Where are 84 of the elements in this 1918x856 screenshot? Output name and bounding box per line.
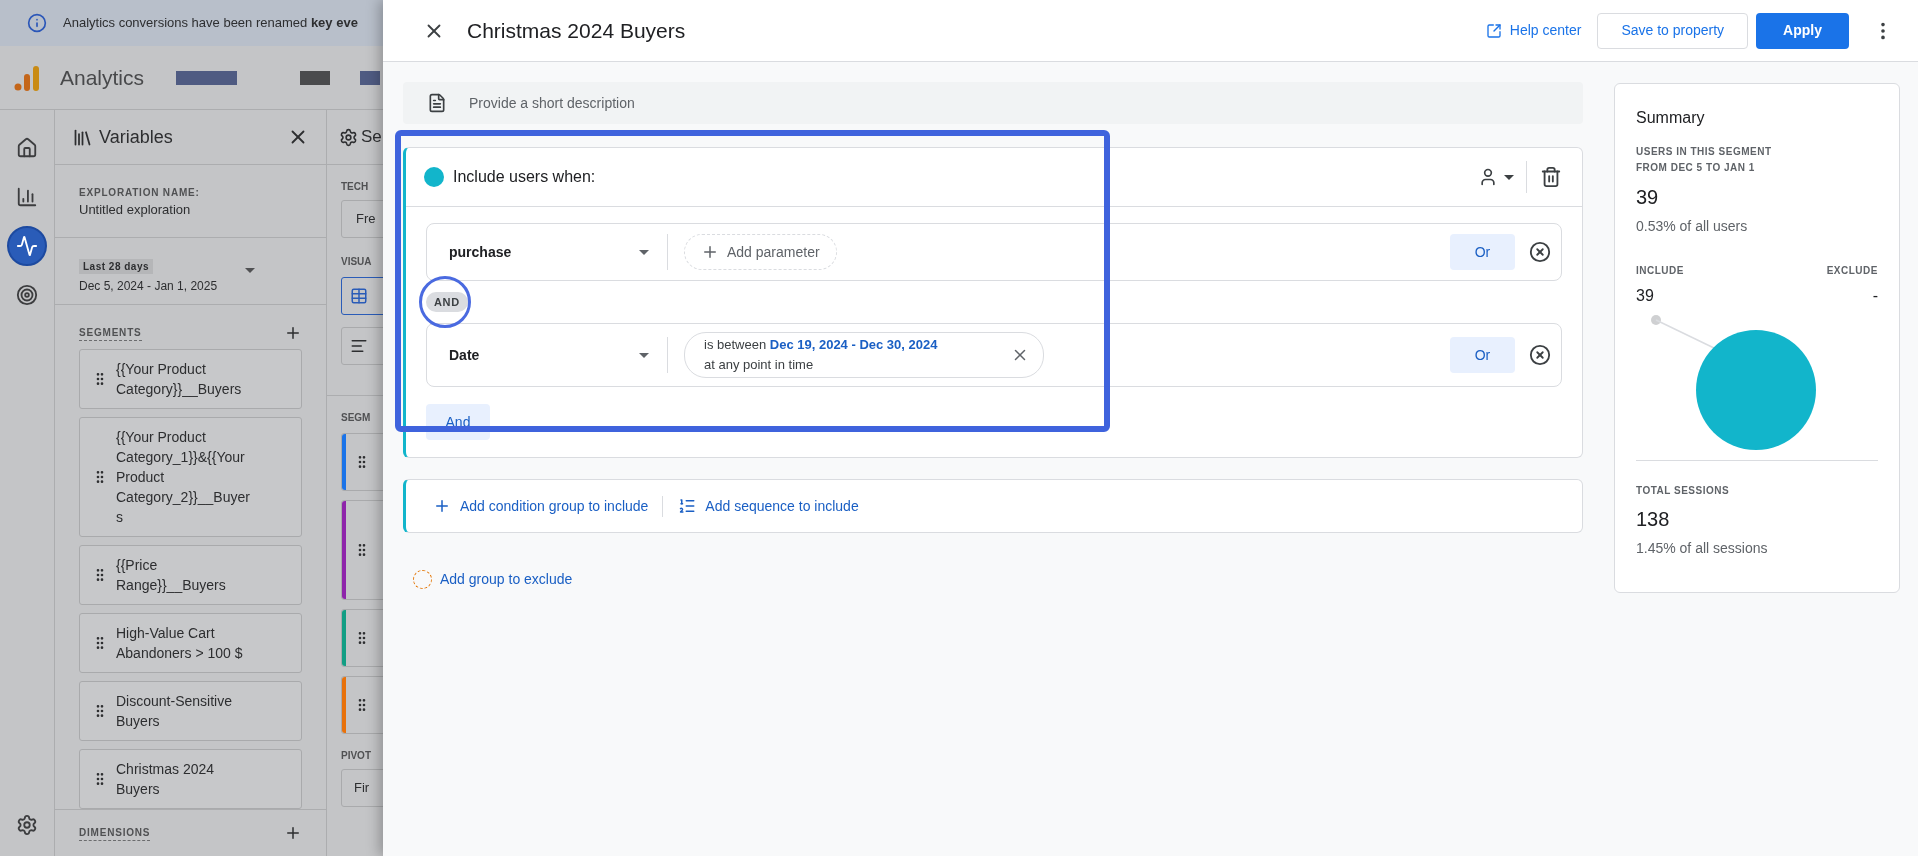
add-exclude-button[interactable]: Add group to exclude bbox=[413, 569, 573, 590]
filter-scope: at any point in time bbox=[704, 356, 815, 374]
segment-card[interactable]: Discount-Sensitive Buyers bbox=[79, 681, 302, 741]
target-icon bbox=[16, 284, 38, 306]
exclude-label: EXCLUDE bbox=[1826, 264, 1878, 278]
or-button[interactable]: Or bbox=[1450, 234, 1515, 270]
or-button[interactable]: Or bbox=[1450, 337, 1515, 373]
stat-label: USERS IN THIS SEGMENT FROM DEC 5 TO JAN 1 bbox=[1636, 145, 1773, 175]
segment-name: {{Price Range}}__Buyers bbox=[116, 556, 227, 595]
date-range[interactable]: Dec 5, 2024 - Jan 1, 2025 bbox=[79, 277, 218, 295]
date-chip: Last 28 days bbox=[79, 259, 154, 274]
redaction-block bbox=[300, 70, 331, 85]
bars-icon bbox=[350, 337, 368, 355]
segment-name: {{Your Product Category_1}}&{{Your Product Category_2}}__Buyers bbox=[116, 428, 251, 527]
section-label: DIMENSIONS bbox=[79, 825, 151, 841]
section-label: TECH bbox=[341, 180, 370, 194]
caret-icon bbox=[639, 352, 649, 358]
numbered-list-icon bbox=[678, 497, 697, 515]
remove-icon[interactable] bbox=[1529, 241, 1551, 263]
banner-text: Analytics conversions have been renamed key eve bbox=[63, 14, 358, 33]
add-icon[interactable] bbox=[284, 824, 302, 842]
summary-title: Summary bbox=[1636, 108, 1706, 128]
description-field[interactable]: Provide a short description bbox=[403, 82, 1583, 124]
caret-icon bbox=[639, 249, 649, 255]
scope-dropdown[interactable] bbox=[1478, 161, 1527, 193]
stat-label: TOTAL SESSIONS bbox=[1636, 484, 1731, 498]
delete-icon[interactable] bbox=[1540, 166, 1562, 188]
external-link-icon bbox=[1485, 22, 1502, 39]
bar-chart-icon bbox=[16, 186, 38, 208]
segment-name: High-Value Cart Abandoners > 100 $ bbox=[116, 624, 244, 663]
segment-name: Discount-Sensitive Buyers bbox=[116, 692, 233, 731]
redaction-block bbox=[360, 70, 381, 85]
redaction-block bbox=[176, 70, 238, 85]
info-icon bbox=[27, 13, 47, 33]
segment-card[interactable]: {{Your Product Category}}__Buyers bbox=[79, 349, 302, 409]
stat-value: 39 bbox=[1636, 185, 1660, 210]
add-condition-group-button[interactable]: Add condition group to include bbox=[433, 495, 664, 517]
segment-card[interactable]: High-Value Cart Abandoners > 100 $ bbox=[79, 613, 302, 673]
settings-icon[interactable] bbox=[16, 814, 38, 836]
document-icon bbox=[427, 93, 447, 113]
filter-chip[interactable]: is between Dec 19, 2024 - Dec 30, 2024 at any point in time bbox=[684, 332, 1044, 378]
apply-button[interactable]: Apply bbox=[1756, 12, 1849, 49]
app-name: Analytics bbox=[60, 64, 145, 91]
segment-card[interactable]: Christmas 2024 Buyers bbox=[79, 749, 302, 809]
add-sequence-button[interactable]: Add sequence to include bbox=[678, 495, 859, 517]
caret-icon bbox=[245, 268, 256, 273]
logo-icon bbox=[13, 63, 41, 92]
segment-name: Christmas 2024 Buyers bbox=[116, 760, 216, 799]
exclude-value: - bbox=[1872, 286, 1878, 306]
stat-value: 138 bbox=[1636, 507, 1671, 532]
dialog-title: Christmas 2024 Buyers bbox=[467, 17, 686, 44]
segment-card[interactable]: {{Your Product Category_1}}&{{Your Product Category_2}}__Buyers bbox=[79, 417, 302, 537]
section-label: SEGMENTS bbox=[79, 325, 142, 341]
segment-name: {{Your Product Category}}__Buyers bbox=[116, 360, 243, 399]
caret-icon bbox=[1504, 174, 1514, 180]
group-title: Include users when: bbox=[453, 167, 596, 187]
save-button[interactable]: Save to property bbox=[1597, 12, 1749, 49]
nav-item[interactable] bbox=[7, 226, 47, 266]
plus-icon bbox=[433, 497, 451, 515]
dimension-dropdown[interactable]: purchase bbox=[449, 234, 668, 270]
section-label: VISUA bbox=[341, 255, 373, 269]
panel-title: Variables bbox=[99, 125, 173, 149]
include-value: 39 bbox=[1636, 286, 1654, 306]
panel-title: Se bbox=[361, 126, 382, 149]
home-icon bbox=[16, 137, 38, 159]
person-icon bbox=[1478, 167, 1498, 187]
remove-icon[interactable] bbox=[1529, 344, 1551, 366]
help-center-link[interactable]: Help center bbox=[1485, 20, 1582, 41]
section-label: PIVOT bbox=[341, 749, 372, 763]
exploration-name[interactable]: Untitled exploration bbox=[79, 200, 302, 220]
field-label: EXPLORATION NAME: bbox=[79, 186, 201, 200]
settings-icon bbox=[339, 127, 358, 147]
segment-card[interactable]: {{Price Range}}__Buyers bbox=[79, 545, 302, 605]
stat-share: 0.53% of all users bbox=[1636, 217, 1749, 236]
add-icon[interactable] bbox=[284, 324, 302, 342]
filter-condition: is between Dec 19, 2024 - Dec 30, 2024 bbox=[704, 336, 939, 354]
dimension-dropdown[interactable]: Date bbox=[449, 337, 668, 373]
and-chip: AND bbox=[426, 291, 468, 313]
stat-share: 1.45% of all sessions bbox=[1636, 539, 1769, 558]
description-input[interactable]: Provide a short description bbox=[469, 92, 1583, 114]
include-label: INCLUDE bbox=[1636, 264, 1684, 278]
plus-icon bbox=[701, 243, 719, 261]
chart-line-icon bbox=[16, 235, 38, 257]
table-icon bbox=[350, 287, 368, 305]
